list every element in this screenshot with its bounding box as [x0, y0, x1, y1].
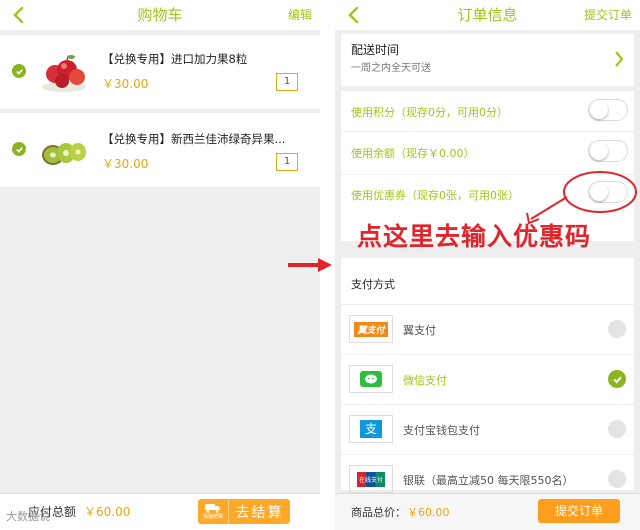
back-button[interactable]: [6, 0, 30, 30]
payment-radio[interactable]: [608, 320, 626, 338]
item-price: ￥30.00: [102, 157, 149, 171]
back-chevron-icon: [13, 6, 24, 24]
payment-radio[interactable]: [608, 470, 626, 488]
submit-order-button[interactable]: 提交订单: [538, 499, 620, 523]
payment-name: 支付宝钱包支付: [403, 424, 480, 437]
watermark: 大数据说: [6, 510, 50, 523]
quick-checkout-label: 快速结算: [202, 514, 223, 520]
truck-icon: [205, 504, 220, 513]
page-title: 购物车: [137, 6, 183, 24]
total-label: 商品总价：: [351, 506, 406, 519]
quick-checkout-badge: 快速结算: [198, 499, 229, 524]
wechat-icon: [360, 371, 382, 387]
check-icon: [15, 146, 23, 153]
back-button[interactable]: [341, 0, 365, 30]
payment-name: 银联（最高立减50 每天限550名）: [403, 474, 574, 487]
payment-option[interactable]: 微信支付: [341, 355, 634, 404]
item-name: 【兑换专用】进口加力果8粒: [102, 52, 248, 66]
cart-screen: 购物车 编辑 【兑换专用】进口加力果8粒 ￥30.00 1 【兑换专用】新西兰佳…: [0, 0, 320, 530]
balance-toggle[interactable]: [588, 140, 628, 162]
arrow-right-icon: [288, 258, 332, 272]
alipay-logo: 支: [349, 415, 393, 443]
wechat-logo: [349, 365, 393, 393]
payment-option[interactable]: 支 支付宝钱包支付: [341, 405, 634, 454]
cart-item[interactable]: 【兑换专用】新西兰佳沛绿奇异果... ￥30.00 1: [0, 113, 320, 187]
order-nav-bar: 订单信息 提交订单: [335, 0, 640, 31]
annotation-text: 点这里去输入优惠码: [357, 222, 592, 251]
check-icon: [15, 68, 23, 75]
payment-option[interactable]: 翼支付 翼支付: [341, 305, 634, 354]
delivery-title: 配送时间: [351, 43, 400, 57]
delivery-time-row[interactable]: 配送时间 一周之内全天可送: [341, 34, 634, 86]
kiwi-thumbnail: [42, 143, 86, 165]
unionpay-logo: 在线支付: [349, 465, 393, 493]
item-checkbox[interactable]: [12, 142, 26, 156]
chevron-right-icon: [615, 51, 624, 67]
item-qty[interactable]: 1: [276, 73, 298, 91]
coupon-label: 使用优惠券（现存0张，可用0张）: [351, 189, 519, 202]
item-name: 【兑换专用】新西兰佳沛绿奇异果...: [102, 132, 286, 146]
item-qty[interactable]: 1: [276, 153, 298, 171]
balance-label: 使用余额（现存￥0.00）: [351, 147, 475, 160]
delivery-value: 一周之内全天可送: [351, 63, 431, 74]
submit-order-top-button[interactable]: 提交订单: [584, 0, 632, 30]
back-chevron-icon: [348, 6, 359, 24]
order-footer: 商品总价： ￥60.00 提交订单: [335, 493, 640, 530]
order-screen: 订单信息 提交订单 配送时间 一周之内全天可送 使用积分（现存0分，可用0分） …: [335, 0, 640, 530]
payment-name: 微信支付: [403, 374, 447, 387]
checkout-label: 去结算: [235, 504, 284, 521]
edit-button[interactable]: 编辑: [288, 0, 312, 30]
cart-item[interactable]: 【兑换专用】进口加力果8粒 ￥30.00 1: [0, 35, 320, 109]
bestpay-logo: 翼支付: [349, 315, 393, 343]
points-label: 使用积分（现存0分，可用0分）: [351, 106, 508, 119]
apple-thumbnail: [42, 55, 86, 92]
cart-nav-bar: 购物车 编辑: [0, 0, 320, 31]
item-price: ￥30.00: [102, 77, 149, 91]
item-checkbox[interactable]: [12, 64, 26, 78]
points-toggle[interactable]: [588, 99, 628, 121]
payment-radio[interactable]: [608, 420, 626, 438]
payment-radio-selected[interactable]: [608, 370, 626, 388]
check-icon: [612, 376, 622, 383]
payment-name: 翼支付: [403, 324, 436, 337]
checkout-button[interactable]: 快速结算 去结算: [198, 499, 290, 524]
total-value: ￥60.00: [407, 506, 450, 519]
payment-section: 支付方式 翼支付 翼支付 微信支付 支 支付宝钱包支付 在线支付 银联（最高立减…: [341, 258, 634, 493]
payment-title: 支付方式: [351, 278, 395, 291]
total-value: ￥60.00: [84, 505, 131, 519]
